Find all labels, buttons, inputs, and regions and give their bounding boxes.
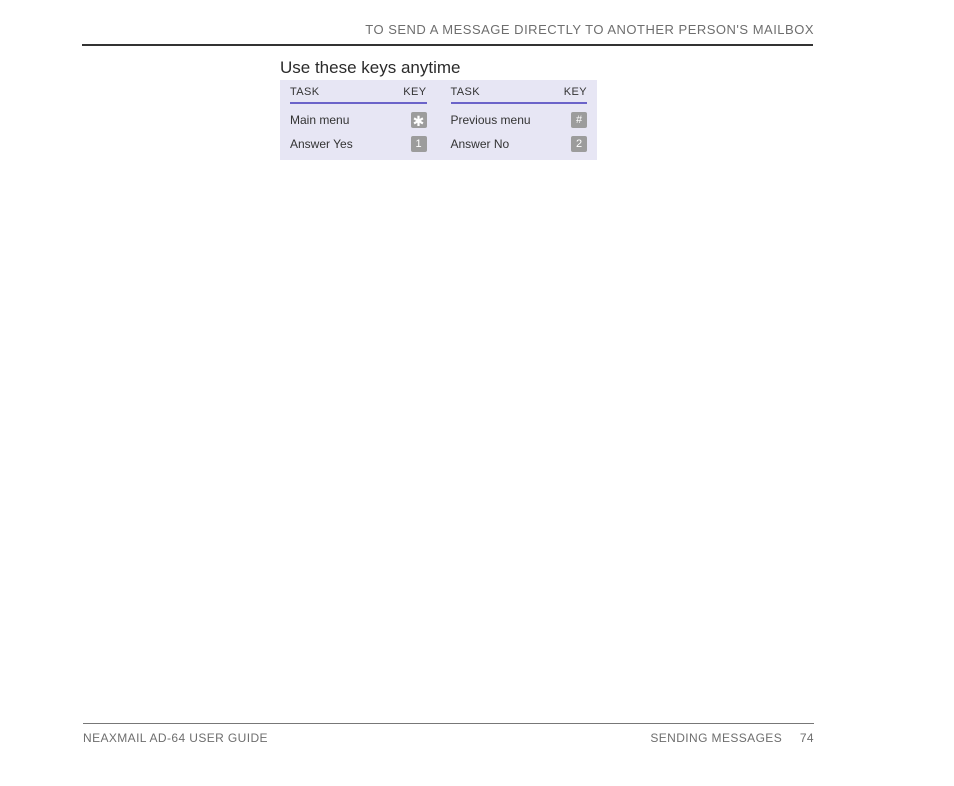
- task-label: Answer No: [451, 137, 510, 151]
- keys-table-column-left: TASK KEY Main menu ✱ Answer Yes 1: [280, 80, 437, 160]
- key-icon: #: [571, 112, 587, 128]
- footer-rule: [83, 723, 814, 724]
- key-icon: ✱: [411, 112, 427, 128]
- keys-table-column-right: TASK KEY Previous menu # Answer No 2: [441, 80, 598, 160]
- task-label: Answer Yes: [290, 137, 353, 151]
- table-header-row: TASK KEY: [451, 86, 588, 104]
- footer-page-number: 74: [800, 731, 814, 745]
- table-header-row: TASK KEY: [290, 86, 427, 104]
- table-row: Previous menu #: [451, 112, 588, 128]
- table-row: Answer No 2: [451, 136, 588, 152]
- page-header-title: TO SEND A MESSAGE DIRECTLY TO ANOTHER PE…: [365, 22, 814, 37]
- key-icon: 1: [411, 136, 427, 152]
- task-label: Previous menu: [451, 113, 531, 127]
- task-header-label: TASK: [451, 86, 481, 98]
- section-title: Use these keys anytime: [280, 58, 460, 78]
- task-header-label: TASK: [290, 86, 320, 98]
- footer-page-info: SENDING MESSAGES 74: [650, 731, 814, 745]
- table-row: Main menu ✱: [290, 112, 427, 128]
- footer-guide-title: NEAXMAIL AD-64 USER GUIDE: [83, 731, 268, 745]
- table-row: Answer Yes 1: [290, 136, 427, 152]
- key-icon: 2: [571, 136, 587, 152]
- header-rule: [82, 44, 813, 46]
- footer-section-label: SENDING MESSAGES: [650, 731, 782, 745]
- key-header-label: KEY: [564, 86, 587, 98]
- key-header-label: KEY: [403, 86, 426, 98]
- keys-table: TASK KEY Main menu ✱ Answer Yes 1 TASK K…: [280, 80, 597, 160]
- task-label: Main menu: [290, 113, 349, 127]
